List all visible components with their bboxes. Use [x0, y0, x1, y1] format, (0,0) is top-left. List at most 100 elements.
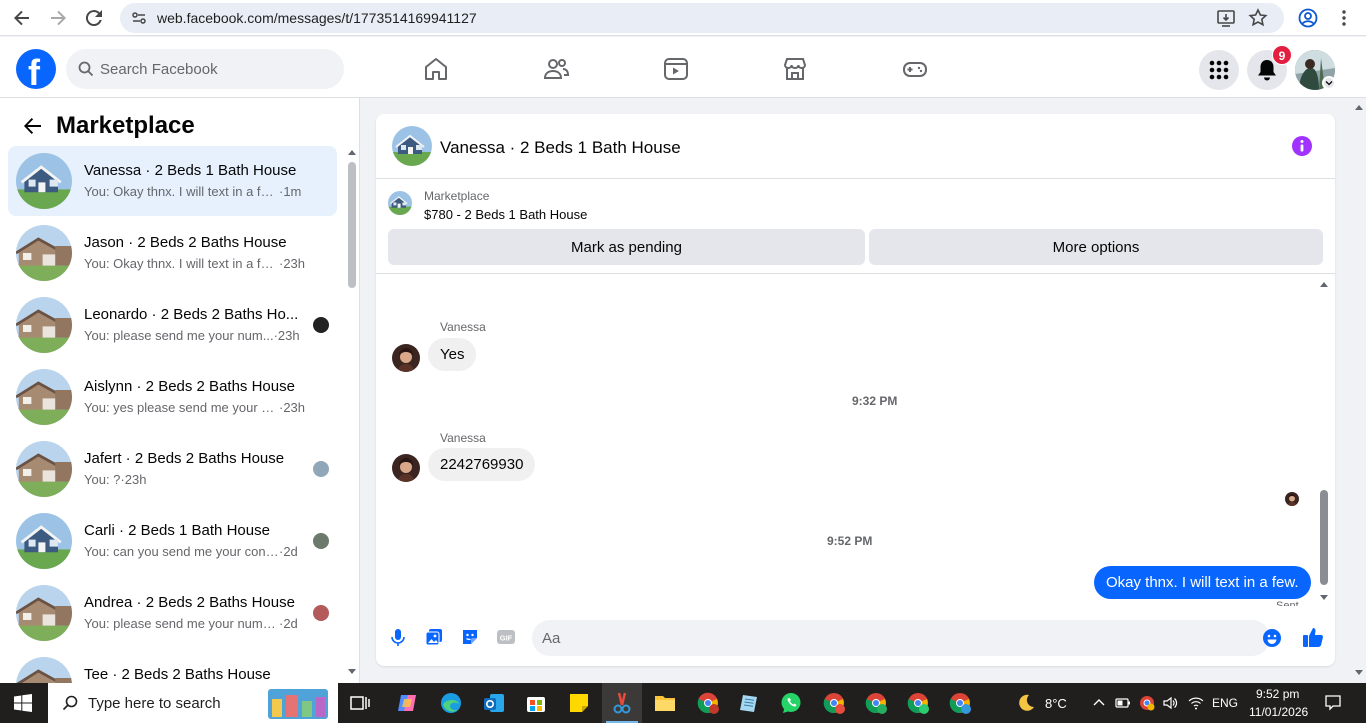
microphone-icon[interactable] — [388, 627, 408, 647]
input-language[interactable]: ENG — [1212, 696, 1238, 710]
menu-grid-button[interactable] — [1199, 50, 1239, 90]
search-highlight-art-icon[interactable] — [266, 685, 330, 721]
emoji-icon[interactable] — [1262, 628, 1282, 648]
conversation-item[interactable]: Carli · 2 Beds 1 Bath House You: can you … — [8, 506, 337, 576]
conversation-item[interactable]: Tee · 2 Beds 2 Baths House — [8, 650, 337, 683]
chrome-profile-1-icon[interactable] — [696, 691, 720, 715]
conversation-item[interactable]: Vanessa · 2 Beds 1 Bath House You: Okay t… — [8, 146, 337, 216]
notepad-icon[interactable] — [737, 691, 761, 715]
site-settings-icon[interactable] — [130, 9, 148, 27]
chrome-profile-3-icon[interactable] — [864, 691, 888, 715]
notification-center-icon[interactable] — [1324, 694, 1342, 712]
clock-date[interactable]: 11/01/2026 — [1249, 705, 1308, 719]
weather-temperature[interactable]: 8°C — [1045, 696, 1067, 711]
gaming-icon[interactable] — [901, 55, 929, 83]
bell-icon — [1258, 60, 1276, 81]
chrome-profile-2-icon[interactable] — [822, 691, 846, 715]
marketplace-icon[interactable] — [781, 55, 809, 83]
scroll-down-icon[interactable] — [1319, 594, 1329, 602]
scrollbar-thumb[interactable] — [348, 162, 356, 288]
video-icon[interactable] — [662, 55, 690, 83]
message-input-field[interactable] — [532, 620, 1281, 656]
chat-title[interactable]: Vanessa · 2 Beds 1 Bath House — [440, 138, 681, 158]
gif-icon[interactable]: GIF — [496, 627, 516, 647]
reload-icon[interactable] — [82, 6, 106, 30]
listing-price[interactable]: $780 - 2 Beds 1 Bath House — [424, 207, 587, 222]
copilot-icon[interactable] — [395, 691, 419, 715]
microsoft-store-icon[interactable] — [524, 691, 548, 715]
taskbar-search[interactable]: Type here to search — [48, 683, 338, 723]
conversation-snippet: You: please send me your num... — [84, 328, 274, 343]
battery-icon[interactable] — [1115, 695, 1131, 711]
facebook-logo-icon[interactable]: f — [16, 49, 56, 93]
info-icon[interactable] — [1292, 136, 1312, 156]
sticky-notes-icon[interactable] — [567, 691, 591, 715]
show-hidden-icons-chevron-icon[interactable] — [1091, 695, 1107, 711]
address-bar[interactable]: web.facebook.com/messages/t/177351416994… — [120, 3, 1284, 33]
listing-thumbnail — [16, 153, 72, 209]
mark-as-pending-button[interactable]: Mark as pending — [388, 229, 865, 265]
scroll-up-icon[interactable] — [1355, 104, 1363, 110]
sticker-icon[interactable] — [460, 627, 480, 647]
grid-icon — [1209, 60, 1229, 80]
sender-avatar[interactable] — [392, 344, 420, 372]
snipping-tool-icon[interactable] — [610, 691, 634, 715]
conversation-time: ·2d — [279, 616, 298, 631]
file-explorer-icon[interactable] — [653, 691, 677, 715]
clock-time[interactable]: 9:52 pm — [1256, 687, 1299, 701]
listing-thumbnail[interactable] — [392, 126, 432, 166]
scrollbar-thumb[interactable] — [1320, 490, 1328, 585]
sender-avatar[interactable] — [392, 454, 420, 482]
scroll-up-icon[interactable] — [347, 148, 357, 156]
like-thumbs-up-icon[interactable] — [1302, 626, 1324, 648]
chrome-profile-4-icon[interactable] — [906, 691, 930, 715]
photo-icon[interactable] — [424, 627, 444, 647]
conversation-item[interactable]: Jason · 2 Beds 2 Baths House You: Okay th… — [8, 218, 337, 288]
conversation-time: ·23h — [273, 328, 300, 343]
friends-icon[interactable] — [542, 55, 570, 83]
task-view-icon[interactable] — [348, 691, 372, 715]
conversation-item[interactable]: Jafert · 2 Beds 2 Baths House You: ?·23h — [8, 434, 337, 504]
chrome-tray-icon[interactable] — [1139, 695, 1155, 711]
notification-badge: 9 — [1272, 45, 1292, 65]
message-input[interactable] — [542, 620, 1242, 656]
profile-icon[interactable] — [1296, 6, 1320, 30]
conversation-item[interactable]: Andrea · 2 Beds 2 Baths House You: please… — [8, 578, 337, 648]
chrome-profile-5-icon[interactable] — [948, 691, 972, 715]
edge-browser-icon[interactable] — [439, 691, 463, 715]
account-chevron-icon[interactable] — [1322, 76, 1336, 90]
taskbar-search-text: Type here to search — [88, 695, 221, 712]
weather-moon-icon[interactable] — [1016, 693, 1036, 713]
outgoing-message[interactable]: Okay thnx. I will text in a few. — [1094, 566, 1311, 599]
scroll-up-icon[interactable] — [1319, 280, 1329, 288]
listing-card-thumbnail[interactable] — [388, 191, 412, 215]
seen-indicator-avatar — [1285, 492, 1299, 506]
conversation-item[interactable]: Leonardo · 2 Beds 2 Baths Ho... You: plea… — [8, 290, 337, 360]
back-icon[interactable] — [10, 6, 34, 30]
incoming-message[interactable]: 2242769930 — [428, 448, 536, 481]
more-options-button[interactable]: More options — [869, 229, 1323, 265]
search-input[interactable] — [100, 49, 330, 89]
message-timestamp: 9:32 PM — [852, 394, 898, 408]
bookmark-star-icon[interactable] — [1246, 6, 1270, 30]
forward-icon[interactable] — [46, 6, 70, 30]
outlook-icon[interactable] — [482, 691, 506, 715]
conversation-snippet-row: You: Okay thnx. I will text in a few. ·23… — [84, 256, 305, 271]
volume-icon[interactable] — [1162, 695, 1178, 711]
back-arrow-icon[interactable] — [20, 114, 44, 138]
incoming-message[interactable]: Yes — [428, 338, 477, 371]
facebook-search[interactable] — [66, 49, 344, 89]
chat-scrollbar[interactable] — [1318, 280, 1330, 605]
conversation-item[interactable]: Aislynn · 2 Beds 2 Baths House You: yes p… — [8, 362, 337, 432]
chrome-menu-icon[interactable] — [1332, 6, 1356, 30]
whatsapp-icon[interactable] — [779, 691, 803, 715]
scroll-down-icon[interactable] — [1355, 670, 1363, 676]
conversation-scrollbar[interactable] — [345, 148, 357, 678]
home-icon[interactable] — [422, 55, 450, 83]
windows-start-icon[interactable] — [14, 694, 32, 712]
scroll-down-icon[interactable] — [347, 668, 357, 676]
wifi-icon[interactable] — [1188, 695, 1204, 711]
page-scrollbar[interactable] — [1352, 98, 1366, 683]
listing-label: Marketplace — [424, 189, 490, 203]
install-app-icon[interactable] — [1214, 6, 1238, 30]
